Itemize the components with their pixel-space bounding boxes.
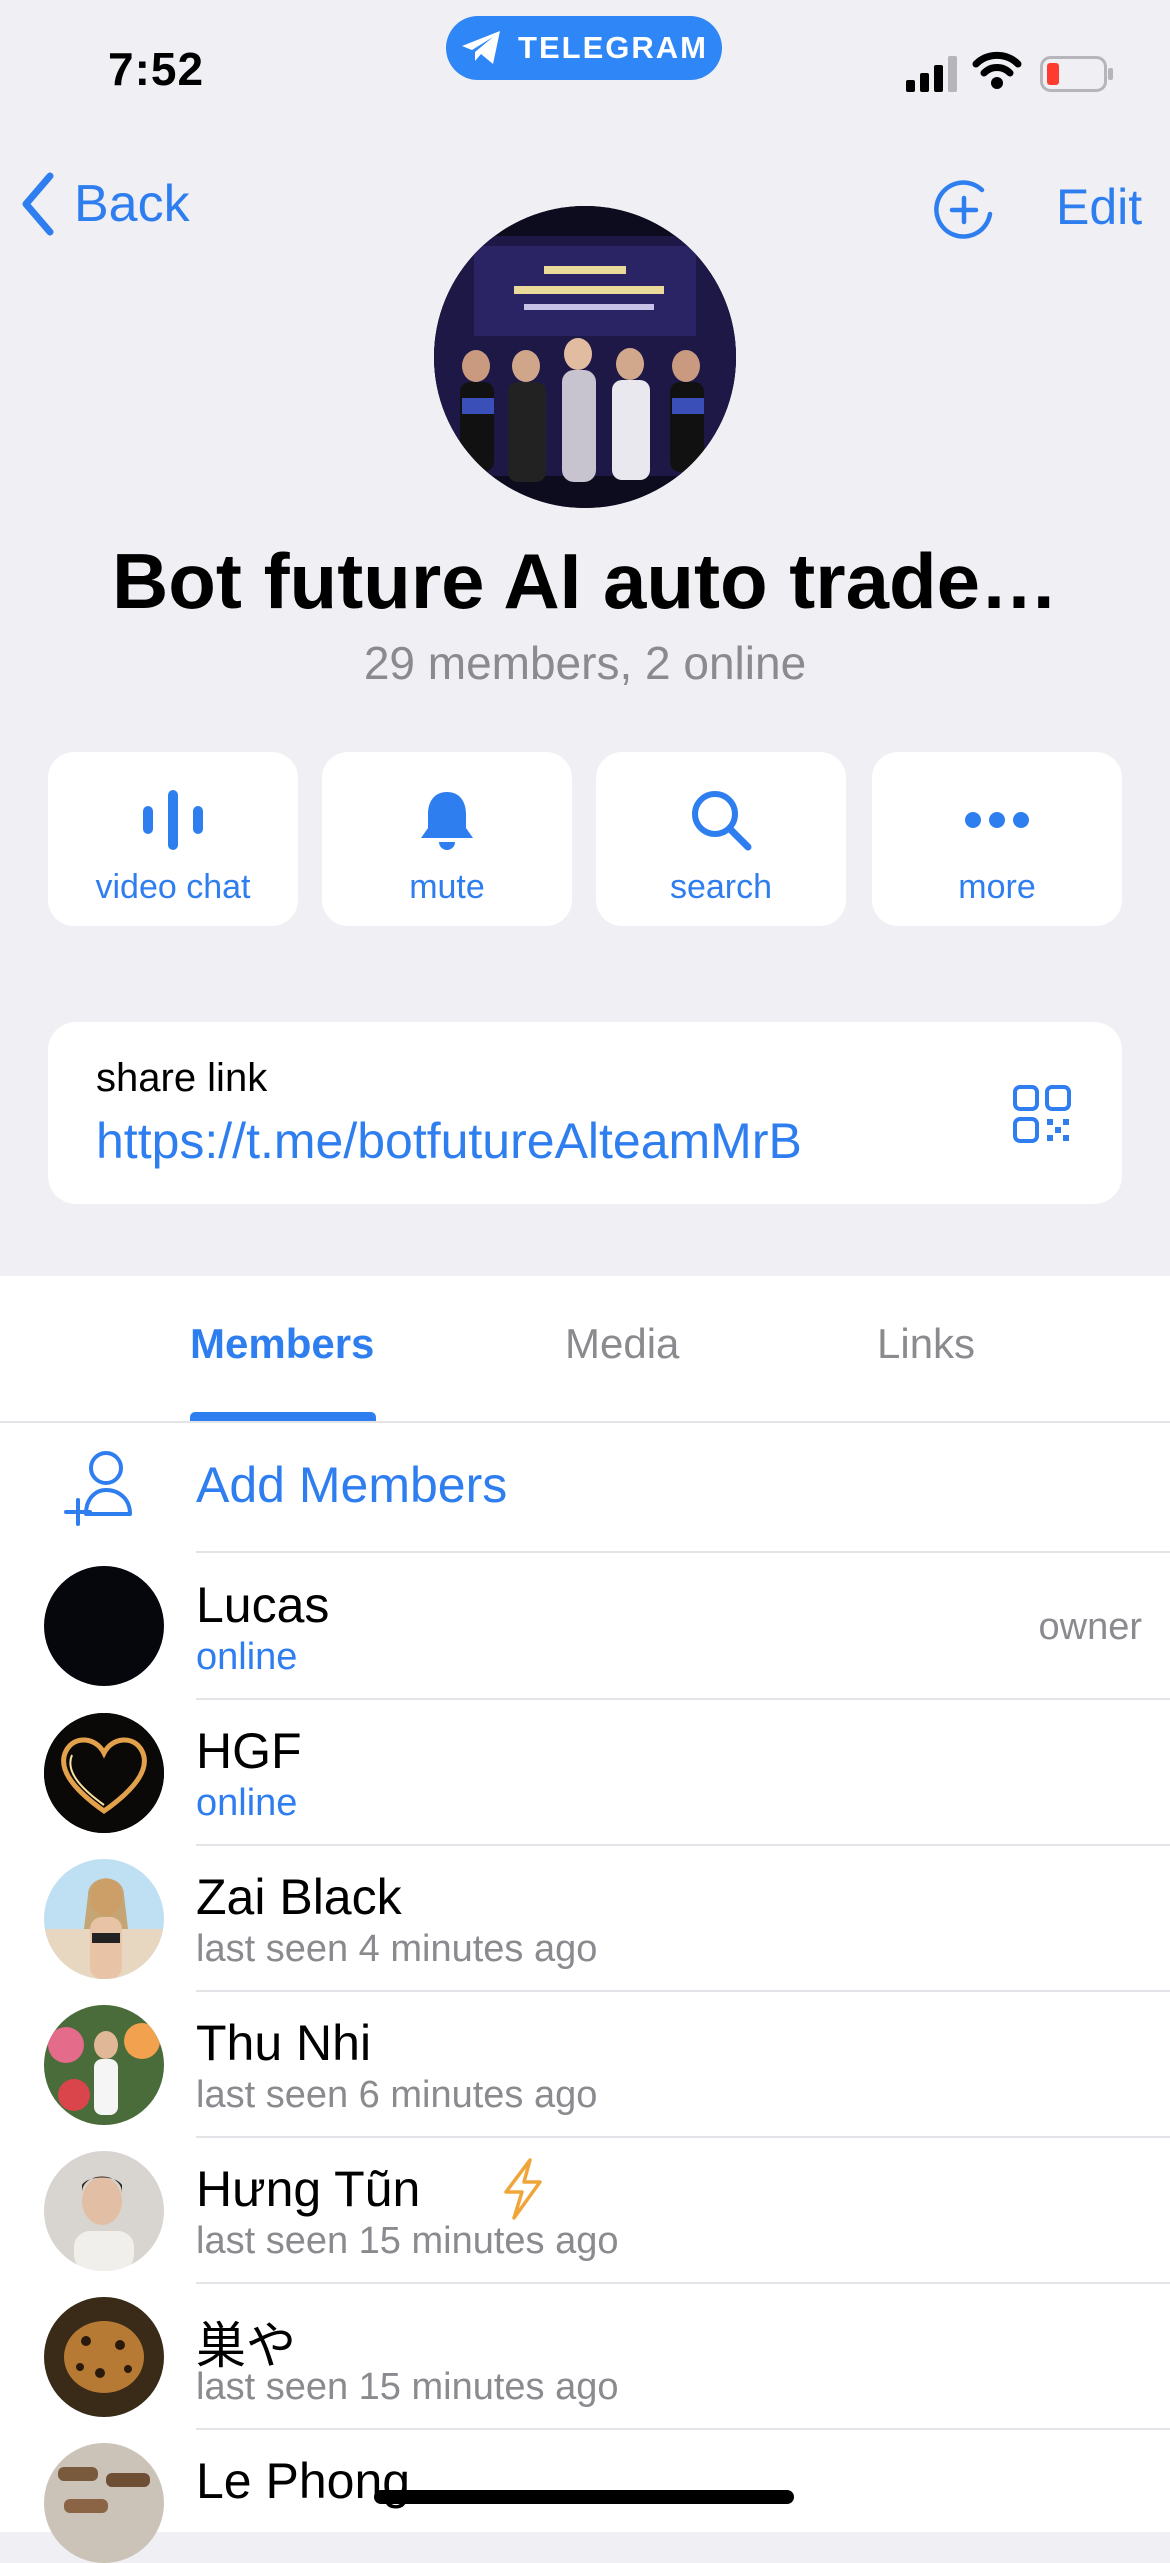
avatar[interactable] — [44, 1713, 164, 1833]
edit-button[interactable]: Edit — [1056, 178, 1142, 236]
row-divider — [196, 1844, 1170, 1846]
member-status: last seen 6 minutes ago — [196, 2074, 598, 2116]
mute-label: mute — [409, 868, 485, 906]
share-link-url[interactable]: https://t.me/botfutureAlteamMrB — [96, 1112, 802, 1170]
member-status: last seen 4 minutes ago — [196, 1928, 598, 1970]
group-title: Bot future AI auto trade… — [111, 537, 1059, 625]
group-photo — [434, 206, 736, 508]
add-member-icon — [64, 1451, 132, 1526]
portrait-photo — [44, 2005, 164, 2125]
avatar[interactable] — [44, 1859, 164, 1979]
status-time: 7:52 — [108, 43, 205, 95]
avatar[interactable] — [44, 2005, 164, 2125]
member-status: online — [196, 1636, 298, 1678]
home-indicator[interactable] — [374, 2490, 794, 2504]
search-label: search — [669, 868, 773, 906]
photo — [44, 2443, 164, 2563]
video-chat-button[interactable]: video chat — [48, 752, 298, 926]
group-avatar[interactable] — [434, 206, 736, 508]
avatar[interactable] — [44, 2151, 164, 2271]
qr-code-icon[interactable] — [1012, 1084, 1072, 1144]
telegram-pill-label: TELEGRAM — [518, 30, 708, 65]
portrait-photo — [44, 2151, 164, 2271]
video-chat-label: video chat — [95, 868, 251, 906]
tab-links[interactable]: Links — [877, 1320, 975, 1368]
share-link-card[interactable]: share link https://t.me/botfutureAlteamM… — [48, 1022, 1122, 1204]
portrait-photo — [44, 1859, 164, 1979]
share-link-label: share link — [96, 1056, 268, 1100]
avatar[interactable] — [44, 1566, 164, 1686]
back-label: Back — [74, 175, 190, 233]
battery-icon — [1040, 56, 1113, 92]
member-status: online — [196, 1782, 298, 1824]
add-members-button[interactable]: Add Members — [196, 1456, 507, 1514]
member-name[interactable]: Zai Black — [196, 1868, 402, 1926]
tab-media[interactable]: Media — [565, 1320, 679, 1368]
more-icon — [965, 812, 1029, 828]
back-button[interactable]: Back — [20, 172, 190, 236]
chevron-left-icon — [22, 172, 54, 236]
tabs-divider — [0, 1421, 1170, 1423]
cellular-signal-icon — [906, 56, 957, 92]
member-status: last seen 15 minutes ago — [196, 2366, 619, 2408]
telegram-plane-icon — [462, 31, 501, 64]
member-role-badge: owner — [1038, 1606, 1143, 1648]
avatar[interactable] — [44, 2443, 164, 2563]
add-to-folder-icon[interactable] — [934, 180, 994, 240]
bell-icon — [421, 792, 473, 850]
wifi-icon — [972, 51, 1022, 89]
leopard-photo — [44, 2297, 164, 2417]
row-divider — [196, 1698, 1170, 1700]
row-divider — [196, 2428, 1170, 2430]
search-button[interactable]: search — [596, 752, 846, 926]
group-subtitle: 29 members, 2 online — [363, 637, 807, 689]
lightning-icon — [504, 2158, 542, 2220]
search-icon — [692, 791, 752, 851]
more-button[interactable]: more — [872, 752, 1122, 926]
video-chat-icon — [143, 790, 203, 850]
avatar[interactable] — [44, 2297, 164, 2417]
members-sheet: Members Media Links Add Members Lucas on… — [0, 1276, 1170, 2563]
member-name[interactable]: HGF — [196, 1722, 302, 1780]
member-name[interactable]: Thu Nhi — [196, 2014, 371, 2072]
tab-members[interactable]: Members — [190, 1320, 374, 1368]
row-divider — [196, 1990, 1170, 1992]
row-divider — [196, 1551, 1170, 1553]
row-divider — [196, 2136, 1170, 2138]
row-divider — [196, 2282, 1170, 2284]
member-status: last seen 15 minutes ago — [196, 2220, 619, 2262]
telegram-pill[interactable]: TELEGRAM — [446, 16, 722, 80]
member-name[interactable]: Lucas — [196, 1576, 329, 1634]
more-label: more — [958, 868, 1036, 906]
heart-photo — [44, 1713, 164, 1833]
member-name[interactable]: Hưng Tũn — [196, 2160, 420, 2218]
mute-button[interactable]: mute — [322, 752, 572, 926]
